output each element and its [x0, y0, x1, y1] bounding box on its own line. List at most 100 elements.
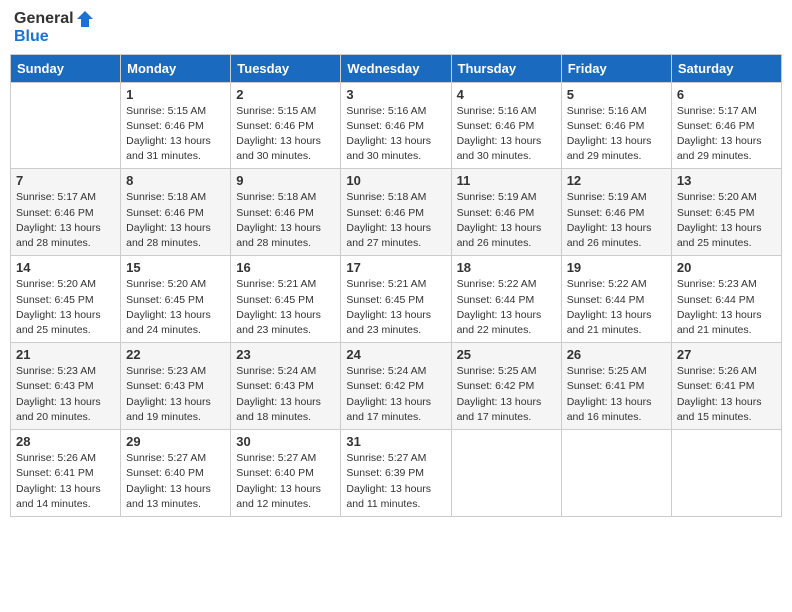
weekday-header-monday: Monday	[121, 54, 231, 82]
logo-general: General	[14, 10, 74, 28]
day-number: 16	[236, 260, 335, 275]
day-info: Sunrise: 5:27 AM Sunset: 6:40 PM Dayligh…	[126, 451, 225, 512]
calendar-cell: 12Sunrise: 5:19 AM Sunset: 6:46 PM Dayli…	[561, 169, 671, 256]
day-info: Sunrise: 5:26 AM Sunset: 6:41 PM Dayligh…	[677, 364, 776, 425]
day-info: Sunrise: 5:27 AM Sunset: 6:39 PM Dayligh…	[346, 451, 445, 512]
day-number: 31	[346, 434, 445, 449]
day-info: Sunrise: 5:23 AM Sunset: 6:44 PM Dayligh…	[677, 277, 776, 338]
calendar-cell: 13Sunrise: 5:20 AM Sunset: 6:45 PM Dayli…	[671, 169, 781, 256]
day-info: Sunrise: 5:23 AM Sunset: 6:43 PM Dayligh…	[126, 364, 225, 425]
calendar-cell: 30Sunrise: 5:27 AM Sunset: 6:40 PM Dayli…	[231, 430, 341, 517]
day-number: 7	[16, 173, 115, 188]
day-number: 8	[126, 173, 225, 188]
calendar-cell: 4 Sunrise: 5:16 AM Sunset: 6:46 PM Daylig…	[451, 82, 561, 169]
day-info: Sunrise: 5:15 AM Sunset: 6:46 PM Dayligh…	[236, 104, 335, 165]
calendar-week-row: 14 Sunrise: 5:20 AM Sunset: 6:45 PM Dayli…	[11, 256, 782, 343]
day-number: 9	[236, 173, 335, 188]
day-info: Sunrise: 5:16 AM Sunset: 6:46 PM Dayligh…	[346, 104, 445, 165]
day-number: 11	[457, 173, 556, 188]
calendar-cell: 18Sunrise: 5:22 AM Sunset: 6:44 PM Dayli…	[451, 256, 561, 343]
day-info: Sunrise: 5:20 AM Sunset: 6:45 PM Dayligh…	[16, 277, 115, 338]
calendar-week-row: 28Sunrise: 5:26 AM Sunset: 6:41 PM Dayli…	[11, 430, 782, 517]
day-number: 15	[126, 260, 225, 275]
day-number: 6	[677, 87, 776, 102]
calendar-week-row: 7Sunrise: 5:17 AM Sunset: 6:46 PM Daylig…	[11, 169, 782, 256]
calendar-cell: 25Sunrise: 5:25 AM Sunset: 6:42 PM Dayli…	[451, 343, 561, 430]
day-number: 21	[16, 347, 115, 362]
calendar-table: SundayMondayTuesdayWednesdayThursdayFrid…	[10, 54, 782, 517]
day-info: Sunrise: 5:16 AM Sunset: 6:46 PM Dayligh…	[567, 104, 666, 165]
calendar-cell: 17Sunrise: 5:21 AM Sunset: 6:45 PM Dayli…	[341, 256, 451, 343]
calendar-cell: 14 Sunrise: 5:20 AM Sunset: 6:45 PM Dayli…	[11, 256, 121, 343]
calendar-cell: 29Sunrise: 5:27 AM Sunset: 6:40 PM Dayli…	[121, 430, 231, 517]
calendar-cell: 16Sunrise: 5:21 AM Sunset: 6:45 PM Dayli…	[231, 256, 341, 343]
day-info: Sunrise: 5:15 AM Sunset: 6:46 PM Dayligh…	[126, 104, 225, 165]
day-number: 23	[236, 347, 335, 362]
calendar-cell: 10 Sunrise: 5:18 AM Sunset: 6:46 PM Dayli…	[341, 169, 451, 256]
calendar-cell: 22 Sunrise: 5:23 AM Sunset: 6:43 PM Dayli…	[121, 343, 231, 430]
calendar-week-row: 1 Sunrise: 5:15 AM Sunset: 6:46 PM Daylig…	[11, 82, 782, 169]
logo-arrow-icon	[76, 10, 94, 28]
day-info: Sunrise: 5:22 AM Sunset: 6:44 PM Dayligh…	[457, 277, 556, 338]
calendar-cell	[671, 430, 781, 517]
calendar-cell: 2 Sunrise: 5:15 AM Sunset: 6:46 PM Daylig…	[231, 82, 341, 169]
weekday-header-sunday: Sunday	[11, 54, 121, 82]
day-info: Sunrise: 5:24 AM Sunset: 6:42 PM Dayligh…	[346, 364, 445, 425]
day-info: Sunrise: 5:18 AM Sunset: 6:46 PM Dayligh…	[126, 190, 225, 251]
day-number: 26	[567, 347, 666, 362]
calendar-cell: 20 Sunrise: 5:23 AM Sunset: 6:44 PM Dayli…	[671, 256, 781, 343]
day-info: Sunrise: 5:17 AM Sunset: 6:46 PM Dayligh…	[677, 104, 776, 165]
day-info: Sunrise: 5:22 AM Sunset: 6:44 PM Dayligh…	[567, 277, 666, 338]
calendar-cell: 6 Sunrise: 5:17 AM Sunset: 6:46 PM Daylig…	[671, 82, 781, 169]
day-info: Sunrise: 5:27 AM Sunset: 6:40 PM Dayligh…	[236, 451, 335, 512]
weekday-header-friday: Friday	[561, 54, 671, 82]
header: General Blue	[10, 10, 782, 46]
weekday-header-saturday: Saturday	[671, 54, 781, 82]
day-info: Sunrise: 5:24 AM Sunset: 6:43 PM Dayligh…	[236, 364, 335, 425]
day-info: Sunrise: 5:18 AM Sunset: 6:46 PM Dayligh…	[346, 190, 445, 251]
weekday-header-thursday: Thursday	[451, 54, 561, 82]
day-info: Sunrise: 5:25 AM Sunset: 6:41 PM Dayligh…	[567, 364, 666, 425]
day-info: Sunrise: 5:19 AM Sunset: 6:46 PM Dayligh…	[567, 190, 666, 251]
weekday-header-tuesday: Tuesday	[231, 54, 341, 82]
day-number: 25	[457, 347, 556, 362]
day-number: 2	[236, 87, 335, 102]
day-number: 10	[346, 173, 445, 188]
day-number: 4	[457, 87, 556, 102]
weekday-header-row: SundayMondayTuesdayWednesdayThursdayFrid…	[11, 54, 782, 82]
calendar-cell: 24Sunrise: 5:24 AM Sunset: 6:42 PM Dayli…	[341, 343, 451, 430]
day-number: 1	[126, 87, 225, 102]
calendar-cell: 23 Sunrise: 5:24 AM Sunset: 6:43 PM Dayli…	[231, 343, 341, 430]
day-number: 5	[567, 87, 666, 102]
logo-blue: Blue	[14, 28, 94, 46]
calendar-week-row: 21 Sunrise: 5:23 AM Sunset: 6:43 PM Dayli…	[11, 343, 782, 430]
calendar-cell: 26 Sunrise: 5:25 AM Sunset: 6:41 PM Dayli…	[561, 343, 671, 430]
calendar-cell	[561, 430, 671, 517]
calendar-cell: 9 Sunrise: 5:18 AM Sunset: 6:46 PM Daylig…	[231, 169, 341, 256]
day-number: 22	[126, 347, 225, 362]
day-number: 13	[677, 173, 776, 188]
day-info: Sunrise: 5:16 AM Sunset: 6:46 PM Dayligh…	[457, 104, 556, 165]
calendar-cell: 19 Sunrise: 5:22 AM Sunset: 6:44 PM Dayli…	[561, 256, 671, 343]
calendar-cell: 7Sunrise: 5:17 AM Sunset: 6:46 PM Daylig…	[11, 169, 121, 256]
calendar-cell: 11 Sunrise: 5:19 AM Sunset: 6:46 PM Dayli…	[451, 169, 561, 256]
day-info: Sunrise: 5:19 AM Sunset: 6:46 PM Dayligh…	[457, 190, 556, 251]
day-number: 17	[346, 260, 445, 275]
calendar-cell: 31 Sunrise: 5:27 AM Sunset: 6:39 PM Dayli…	[341, 430, 451, 517]
day-number: 3	[346, 87, 445, 102]
logo-text: General Blue	[14, 10, 94, 46]
logo: General Blue	[14, 10, 94, 46]
day-info: Sunrise: 5:18 AM Sunset: 6:46 PM Dayligh…	[236, 190, 335, 251]
calendar-cell: 8 Sunrise: 5:18 AM Sunset: 6:46 PM Daylig…	[121, 169, 231, 256]
day-number: 14	[16, 260, 115, 275]
calendar-cell	[11, 82, 121, 169]
day-info: Sunrise: 5:23 AM Sunset: 6:43 PM Dayligh…	[16, 364, 115, 425]
calendar-cell: 28Sunrise: 5:26 AM Sunset: 6:41 PM Dayli…	[11, 430, 121, 517]
calendar-cell: 27 Sunrise: 5:26 AM Sunset: 6:41 PM Dayli…	[671, 343, 781, 430]
calendar-cell: 3 Sunrise: 5:16 AM Sunset: 6:46 PM Daylig…	[341, 82, 451, 169]
day-number: 19	[567, 260, 666, 275]
day-number: 20	[677, 260, 776, 275]
day-info: Sunrise: 5:20 AM Sunset: 6:45 PM Dayligh…	[126, 277, 225, 338]
calendar-cell: 1 Sunrise: 5:15 AM Sunset: 6:46 PM Daylig…	[121, 82, 231, 169]
day-number: 27	[677, 347, 776, 362]
